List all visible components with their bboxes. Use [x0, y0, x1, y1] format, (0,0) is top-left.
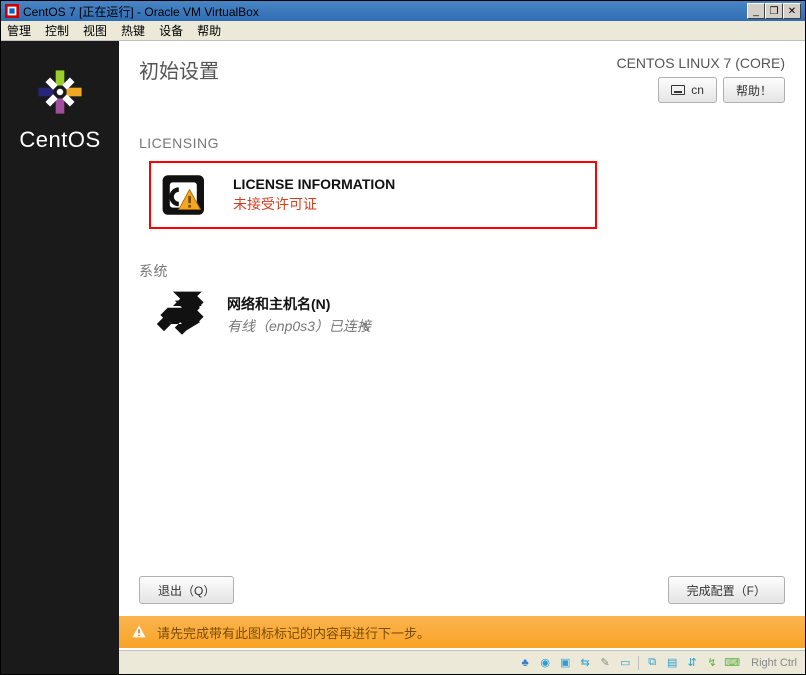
section-system-label: 系统	[139, 261, 785, 281]
keyboard-layout-label: cn	[691, 83, 704, 97]
menu-help[interactable]: 帮助	[197, 22, 221, 39]
status-shared-folder-icon[interactable]: ✎	[598, 656, 612, 670]
menu-manage[interactable]: 管理	[7, 22, 31, 39]
centos-brand-text: CentOS	[19, 127, 100, 153]
help-button[interactable]: 帮助！	[723, 77, 785, 103]
section-licensing-label: LICENSING	[139, 135, 785, 151]
menu-control[interactable]: 控制	[45, 22, 69, 39]
minimize-button[interactable]: _	[747, 3, 765, 19]
header-band: 初始设置 CENTOS LINUX 7 (CORE) cn 帮助！	[139, 55, 785, 103]
finish-config-button-label: 完成配置（F）	[687, 582, 766, 599]
window-title: CentOS 7 [正在运行] - Oracle VM VirtualBox	[23, 3, 743, 20]
window-titlebar[interactable]: CentOS 7 [正在运行] - Oracle VM VirtualBox _…	[1, 1, 805, 21]
host-key-label: Right Ctrl	[751, 657, 797, 669]
warning-triangle-icon	[131, 624, 147, 640]
network-hostname-spoke[interactable]: 网络和主机名(N) 有线（enp0s3）已连接↖	[155, 291, 785, 339]
virtualbox-window: CentOS 7 [正在运行] - Oracle VM VirtualBox _…	[0, 0, 806, 675]
menu-hotkeys[interactable]: 热键	[121, 22, 145, 39]
finish-config-button[interactable]: 完成配置（F）	[668, 576, 785, 604]
keyboard-layout-button[interactable]: cn	[658, 77, 717, 103]
network-spoke-status: 有线（enp0s3）已连接↖	[227, 316, 371, 336]
license-spoke-texts: LICENSE INFORMATION 未接受许可证	[233, 176, 395, 214]
status-network-icon[interactable]: ⇆	[578, 656, 592, 670]
network-spoke-title: 网络和主机名(N)	[227, 294, 371, 314]
quit-button-label: 退出（Q）	[158, 582, 215, 599]
warning-bar-text: 请先完成带有此图标标记的内容再进行下一步。	[157, 623, 430, 642]
footer-buttons: 退出（Q） 完成配置（F）	[139, 576, 785, 604]
status-drag-drop-icon[interactable]: ⇵	[685, 656, 699, 670]
menu-devices[interactable]: 设备	[159, 22, 183, 39]
centos-sidebar: CentOS	[1, 41, 119, 674]
network-spoke-texts: 网络和主机名(N) 有线（enp0s3）已连接↖	[227, 294, 371, 336]
mouse-cursor-icon: ↖	[359, 318, 371, 335]
virtualbox-menubar: 管理 控制 视图 热键 设备 帮助	[1, 21, 805, 41]
license-spoke-status: 未接受许可证	[233, 194, 395, 214]
status-hdd-icon[interactable]: ▣	[558, 656, 572, 670]
window-controls: _ ❐ ✕	[747, 3, 801, 19]
status-recording-icon[interactable]: ⧉	[645, 656, 659, 670]
virtualbox-status-bar: ♣ ◉ ▣ ⇆ ✎ ▭ ⧉ ▤ ⇵ ↯ ⌨ Right Ctrl	[119, 650, 805, 674]
status-mouse-integration-icon[interactable]: ↯	[705, 656, 719, 670]
status-host-key-icon[interactable]: ⌨	[725, 656, 739, 670]
initial-setup-panel: 初始设置 CENTOS LINUX 7 (CORE) cn 帮助！ LICENS…	[119, 41, 805, 674]
distro-label: CENTOS LINUX 7 (CORE)	[616, 55, 785, 71]
status-optical-icon[interactable]: ◉	[538, 656, 552, 670]
centos-logo-icon	[33, 65, 87, 119]
virtualbox-icon	[5, 4, 19, 18]
menu-view[interactable]: 视图	[83, 22, 107, 39]
close-button[interactable]: ✕	[783, 3, 801, 19]
page-title: 初始设置	[139, 55, 219, 84]
restore-button[interactable]: ❐	[765, 3, 783, 19]
keyboard-icon	[671, 85, 685, 95]
guest-display: CentOS 初始设置 CENTOS LINUX 7 (CORE) cn 帮助！	[1, 41, 805, 674]
status-usb-icon[interactable]: ♣	[518, 656, 532, 670]
license-icon	[159, 171, 213, 219]
license-spoke-title: LICENSE INFORMATION	[233, 176, 395, 192]
status-separator	[638, 656, 639, 670]
header-controls: cn 帮助！	[658, 77, 785, 103]
help-button-label: 帮助！	[736, 82, 772, 99]
license-information-spoke[interactable]: LICENSE INFORMATION 未接受许可证	[149, 161, 597, 229]
network-icon	[155, 291, 209, 339]
warning-bar: 请先完成带有此图标标记的内容再进行下一步。	[119, 616, 805, 648]
status-clipboard-icon[interactable]: ▤	[665, 656, 679, 670]
status-display-icon[interactable]: ▭	[618, 656, 632, 670]
header-right-group: CENTOS LINUX 7 (CORE) cn 帮助！	[616, 55, 785, 103]
quit-button[interactable]: 退出（Q）	[139, 576, 234, 604]
